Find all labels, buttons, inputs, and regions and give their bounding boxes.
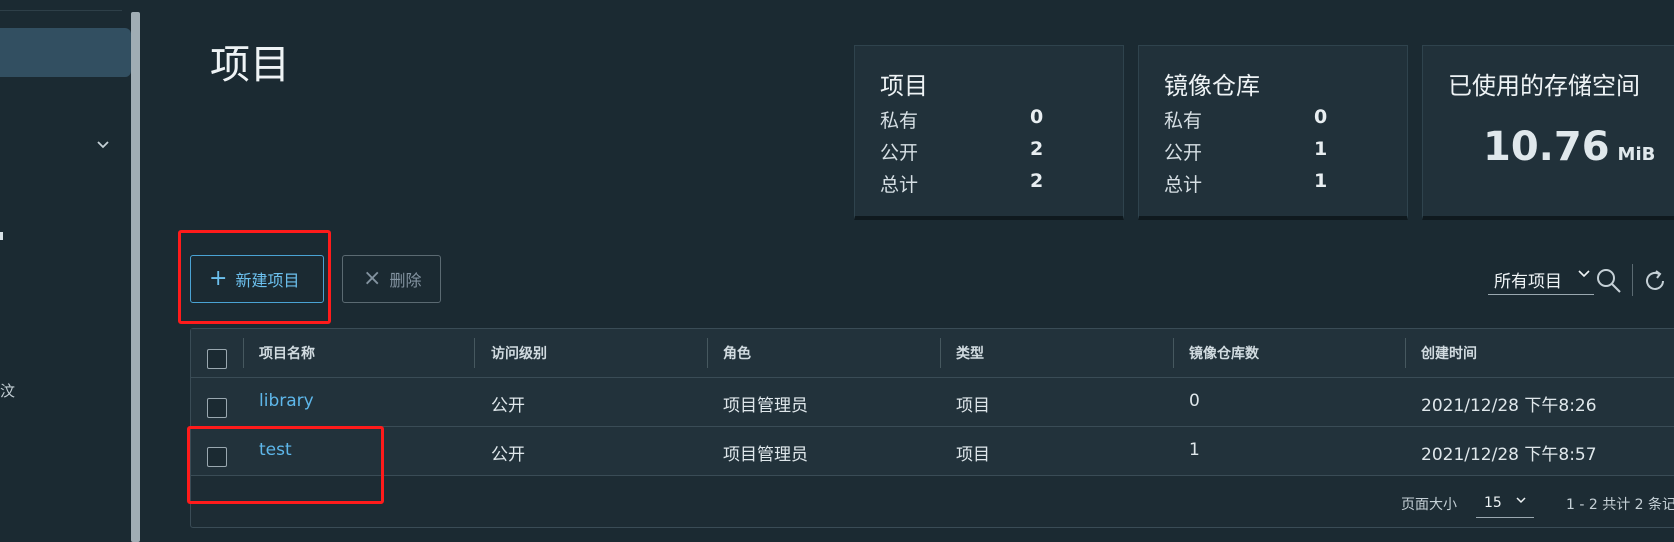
column-separator[interactable]	[1173, 338, 1174, 368]
pagination-summary: 1 - 2 共计 2 条记	[1566, 497, 1674, 513]
page-title: 项目	[210, 42, 290, 88]
storage-unit: MiB	[1617, 144, 1656, 165]
card-title: 镜像仓库	[1164, 72, 1260, 100]
created-time-cell: 2021/12/28 下午8:57	[1421, 445, 1597, 465]
projects-summary-card: 项目 私有 0 公开 2 总计 2	[854, 45, 1124, 220]
repo-count-cell: 0	[1189, 391, 1200, 411]
header-role[interactable]: 角色	[723, 343, 751, 363]
storage-value: 10.76 MiB	[1483, 124, 1655, 170]
card-title: 项目	[880, 72, 928, 100]
card-row-public: 公开 2	[880, 138, 1043, 165]
repos-summary-card: 镜像仓库 私有 0 公开 1 总计 1	[1138, 45, 1408, 220]
header-access-level[interactable]: 访问级别	[491, 343, 547, 363]
sidebar-item-fragment-text[interactable]: 汶	[0, 380, 15, 401]
delete-label: 删除	[389, 271, 422, 290]
role-cell: 项目管理员	[723, 445, 808, 465]
sidebar-item-fragment[interactable]	[0, 232, 3, 240]
chevron-down-icon[interactable]	[96, 138, 110, 152]
card-row-label: 私有	[880, 110, 919, 132]
table-row: library 公开 项目管理员 项目 0 2021/12/28 下午8:26	[191, 378, 1674, 427]
project-filter-select[interactable]: 所有项目	[1488, 264, 1594, 295]
page-size-label: 页面大小	[1401, 497, 1457, 513]
card-row-public: 公开 1	[1164, 138, 1327, 165]
header-repo-count[interactable]: 镜像仓库数	[1189, 343, 1259, 363]
card-row-label: 公开	[880, 142, 919, 164]
close-icon: ×	[363, 266, 382, 291]
projects-table: 项目名称 访问级别 角色 类型 镜像仓库数 创建时间 library 公开 项目…	[190, 328, 1674, 528]
project-name-link[interactable]: library	[259, 391, 314, 411]
table-row: test 公开 项目管理员 项目 1 2021/12/28 下午8:57	[191, 427, 1674, 476]
storage-number: 10.76	[1483, 124, 1610, 170]
card-row-total: 总计 1	[1164, 170, 1327, 197]
header-project-name[interactable]: 项目名称	[259, 343, 315, 363]
column-separator[interactable]	[1405, 338, 1406, 368]
storage-summary-card: 已使用的存储空间 10.76 MiB	[1422, 45, 1674, 220]
role-cell: 项目管理员	[723, 396, 808, 416]
card-row-value: 2	[1030, 170, 1044, 192]
column-separator[interactable]	[940, 338, 941, 368]
type-cell: 项目	[956, 396, 990, 416]
toolbar-separator	[1632, 264, 1633, 296]
column-separator[interactable]	[474, 338, 475, 368]
header-created-time[interactable]: 创建时间	[1421, 343, 1477, 363]
highlight-box-new-project	[178, 230, 331, 324]
sidebar: 汶	[0, 0, 131, 542]
column-separator[interactable]	[707, 338, 708, 368]
column-separator[interactable]	[243, 338, 244, 368]
card-row-value: 0	[1314, 106, 1328, 128]
repo-count-cell: 1	[1189, 440, 1200, 460]
card-row-value: 0	[1030, 106, 1044, 128]
access-level-cell: 公开	[491, 396, 525, 416]
type-cell: 项目	[956, 445, 990, 465]
card-row-private: 私有 0	[1164, 106, 1327, 133]
page-size-value: 15	[1484, 495, 1502, 511]
chevron-down-icon	[1578, 270, 1590, 278]
chevron-down-icon	[1516, 497, 1526, 504]
access-level-cell: 公开	[491, 445, 525, 465]
sidebar-item-active[interactable]	[0, 28, 131, 77]
card-row-value: 1	[1314, 138, 1328, 160]
card-row-total: 总计 2	[880, 170, 1043, 197]
project-filter-label: 所有项目	[1494, 272, 1562, 292]
search-icon[interactable]	[1596, 268, 1622, 294]
page-size-select[interactable]: 15	[1476, 489, 1534, 518]
card-row-private: 私有 0	[880, 106, 1043, 133]
sidebar-divider-line	[0, 10, 122, 11]
created-time-cell: 2021/12/28 下午8:26	[1421, 396, 1597, 416]
highlight-box-test-row	[187, 426, 384, 504]
select-all-checkbox[interactable]	[207, 349, 227, 369]
sidebar-resize-handle[interactable]	[131, 12, 140, 542]
delete-button[interactable]: × 删除	[342, 255, 441, 303]
table-header-row: 项目名称 访问级别 角色 类型 镜像仓库数 创建时间	[191, 329, 1674, 378]
refresh-icon[interactable]	[1642, 268, 1668, 294]
row-checkbox[interactable]	[207, 398, 227, 418]
card-row-value: 1	[1314, 170, 1328, 192]
card-row-value: 2	[1030, 138, 1044, 160]
card-row-label: 总计	[880, 174, 919, 196]
card-row-label: 私有	[1164, 110, 1203, 132]
card-row-label: 总计	[1164, 174, 1203, 196]
header-type[interactable]: 类型	[956, 343, 984, 363]
card-title: 已使用的存储空间	[1448, 72, 1640, 100]
card-row-label: 公开	[1164, 142, 1203, 164]
